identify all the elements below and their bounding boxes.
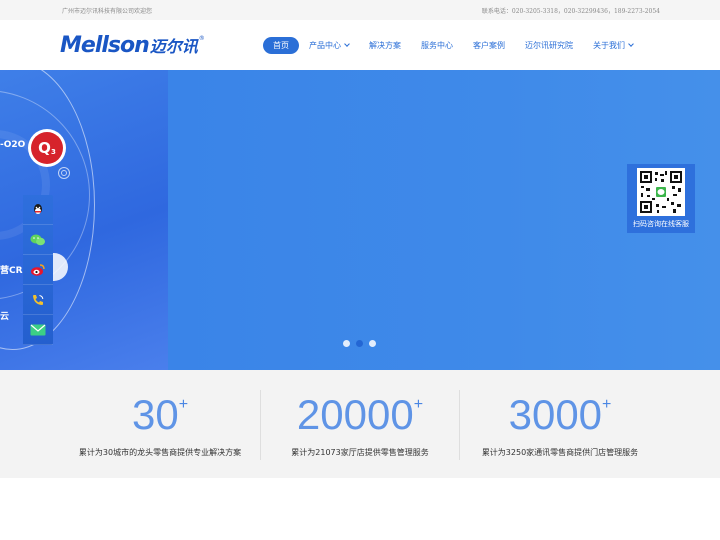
nav-item-label: 服务中心	[421, 41, 453, 50]
nav-item-label: 客户案例	[473, 41, 505, 50]
q3-badge-letter: Q	[38, 139, 51, 157]
nav-item-cases[interactable]: 客户案例	[463, 37, 515, 54]
nav-item-research[interactable]: 迈尔讯研究院	[515, 37, 583, 54]
chevron-down-icon	[628, 41, 634, 47]
nav-item-about[interactable]: 关于我们	[583, 37, 643, 54]
site-header: Mellson 迈尔讯 ® 首页 产品中心 解决方案 服务中心 客户案例 迈尔讯…	[0, 20, 720, 70]
weibo-icon[interactable]	[23, 255, 53, 285]
stats-section: 30+ 累计为30城市的龙头零售商提供专业解决方案 20000+ 累计为2107…	[0, 370, 720, 478]
q3-badge-sub: 3	[50, 148, 56, 156]
banner-label-o2o: -O2O	[0, 140, 26, 150]
qr-caption: 扫码咨询在线客服	[633, 220, 689, 228]
nav-item-label: 解决方案	[369, 41, 401, 50]
stat-value: 3000	[508, 391, 603, 438]
nav-item-label: 关于我们	[593, 41, 625, 50]
nav-item-products[interactable]: 产品中心	[299, 37, 359, 54]
side-contact-toolbar	[23, 195, 53, 345]
carousel-dot-active[interactable]	[356, 340, 363, 347]
nav-item-service[interactable]: 服务中心	[411, 37, 463, 54]
stat-plus: +	[413, 396, 424, 413]
nav-item-label: 首页	[273, 41, 289, 50]
qq-icon[interactable]	[23, 195, 53, 225]
company-logo[interactable]: Mellson 迈尔讯 ®	[60, 32, 205, 58]
carousel-indicators	[343, 340, 376, 347]
q3-badge-inner: Q3	[31, 132, 63, 164]
stat-item: 20000+ 累计为21073家厅店提供零售管理服务	[260, 370, 460, 478]
decor-ring	[61, 170, 67, 176]
welcome-text: 广州市迈尔讯科技有限公司欢迎您	[62, 8, 153, 15]
logo-text-cn: 迈尔讯	[149, 37, 198, 56]
stat-description: 累计为21073家厅店提供零售管理服务	[291, 448, 429, 457]
stat-plus: +	[602, 396, 612, 413]
stat-item: 30+ 累计为30城市的龙头零售商提供专业解决方案	[60, 370, 260, 478]
logo-text-en: Mellson	[60, 32, 150, 58]
stat-description: 累计为3250家通讯零售商提供门店管理服务	[481, 448, 639, 457]
stat-plus: +	[178, 396, 189, 413]
stat-value: 30	[131, 391, 179, 438]
stat-number: 3000+	[460, 392, 660, 448]
carousel-dot[interactable]	[369, 340, 376, 347]
phone-icon[interactable]	[23, 285, 53, 315]
nav-item-label: 产品中心	[309, 41, 341, 50]
hero-banner[interactable]: -O2O Q3 营CR 云 扫码咨询在线客服	[0, 70, 720, 370]
logo-registered-mark: ®	[198, 35, 205, 42]
contact-phones: 联系电话：020-3205-3318，020-32299436，189-2273…	[481, 8, 660, 15]
nav-item-label: 迈尔讯研究院	[525, 41, 573, 50]
stat-number: 30+	[60, 392, 260, 448]
stat-number: 20000+	[260, 392, 460, 448]
nav-item-home[interactable]: 首页	[263, 37, 299, 54]
qr-code-image	[637, 168, 685, 216]
qr-code-panel[interactable]: 扫码咨询在线客服	[627, 164, 695, 233]
banner-label-yun: 云	[0, 312, 10, 322]
carousel-dot[interactable]	[343, 340, 350, 347]
stat-description: 累计为30城市的龙头零售商提供专业解决方案	[78, 448, 242, 457]
stat-value: 20000	[296, 391, 414, 438]
email-icon[interactable]	[23, 315, 53, 345]
nav-item-solutions[interactable]: 解决方案	[359, 37, 411, 54]
q3-badge: Q3	[28, 129, 66, 167]
top-bar: 广州市迈尔讯科技有限公司欢迎您 联系电话：020-3205-3318，020-3…	[0, 0, 720, 20]
stat-item: 3000+ 累计为3250家通讯零售商提供门店管理服务	[460, 370, 660, 478]
banner-label-cr: 营CR	[0, 266, 23, 276]
main-nav: 首页 产品中心 解决方案 服务中心 客户案例 迈尔讯研究院 关于我们	[263, 37, 643, 54]
wechat-icon[interactable]	[23, 225, 53, 255]
chevron-down-icon	[344, 41, 350, 47]
